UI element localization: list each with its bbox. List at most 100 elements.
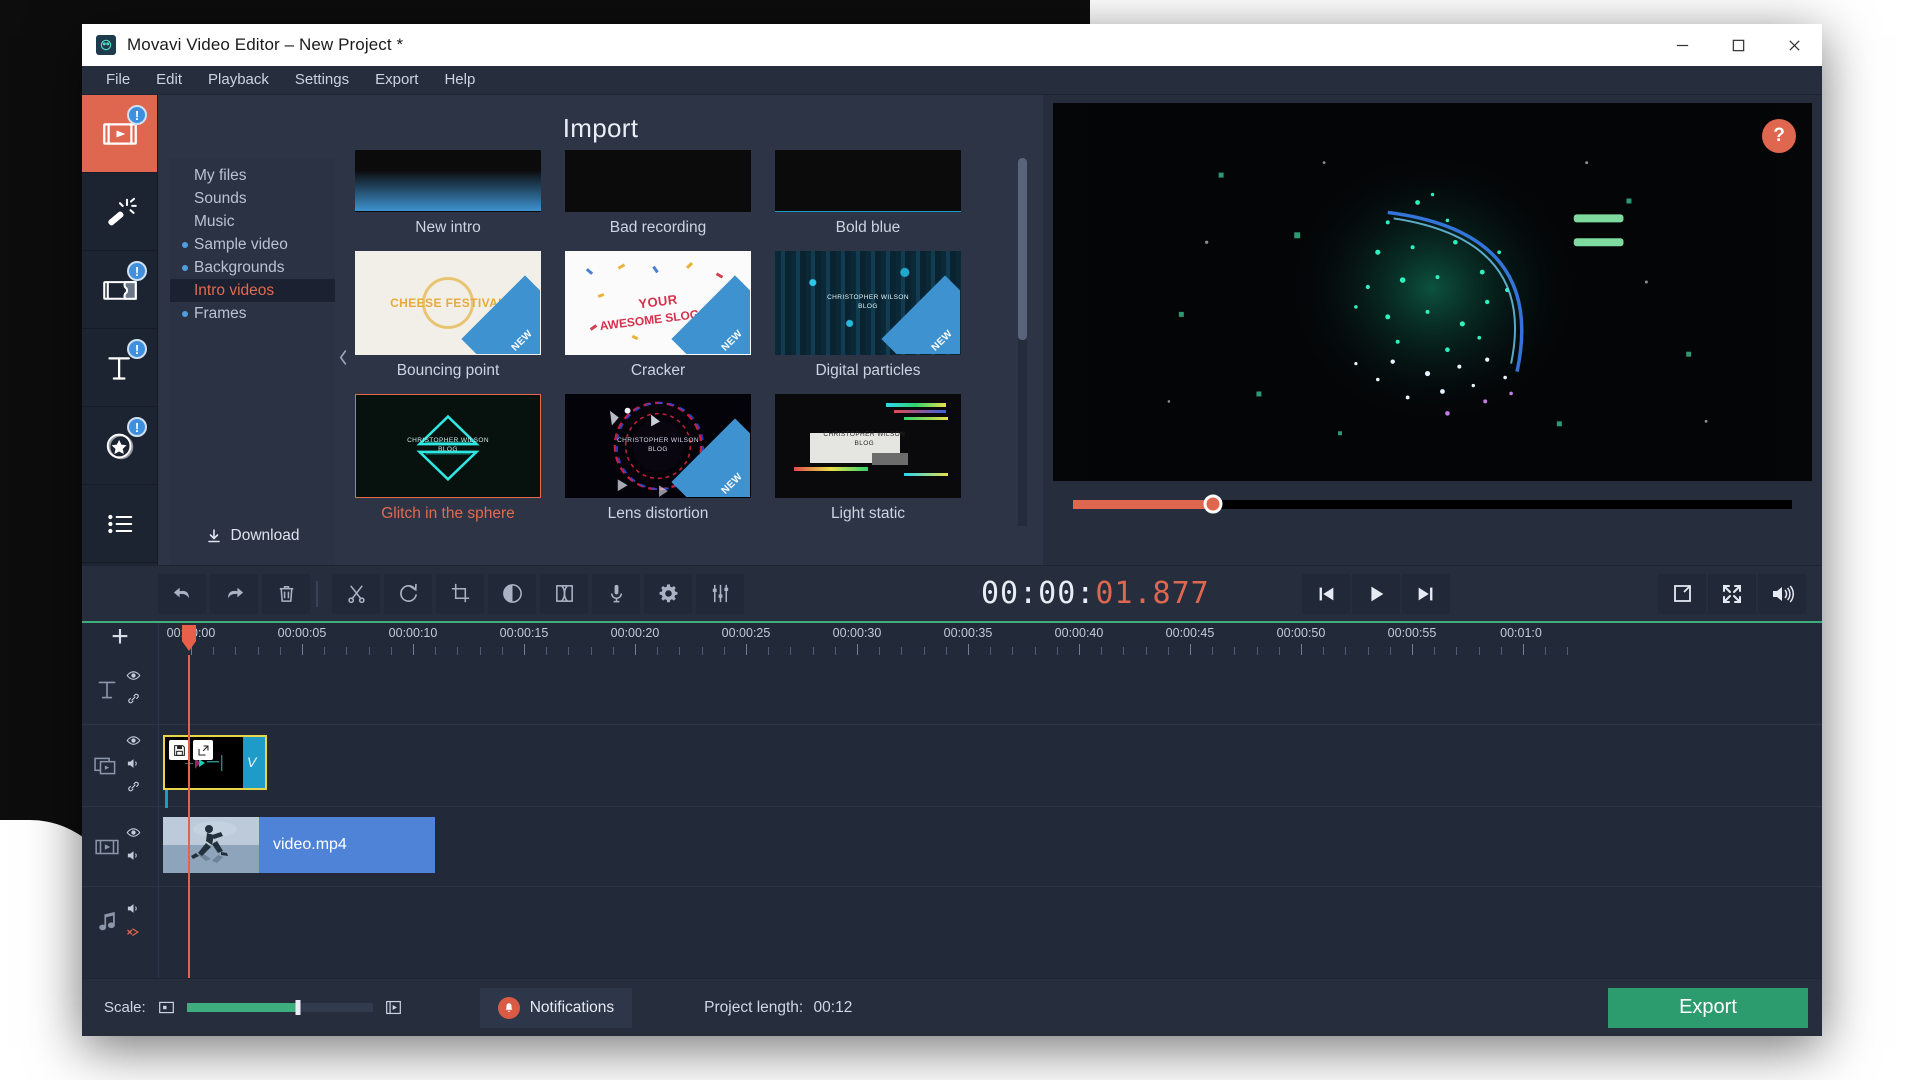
speaker-icon[interactable] bbox=[126, 848, 141, 868]
scale-slider[interactable] bbox=[187, 1003, 373, 1012]
ruler-label: 00:00:15 bbox=[500, 626, 549, 640]
seek-slider[interactable] bbox=[1073, 500, 1792, 509]
media-item-label: New intro bbox=[355, 212, 541, 237]
lane-video[interactable]: video.mp4 bbox=[159, 807, 1822, 887]
left-tool-rail: ! bbox=[82, 95, 158, 565]
track-lanes[interactable]: V bbox=[158, 655, 1822, 978]
media-grid-scrollbar[interactable] bbox=[1018, 158, 1027, 526]
delete-button[interactable] bbox=[262, 574, 310, 614]
add-track-button[interactable]: + bbox=[82, 623, 158, 655]
crop-button[interactable] bbox=[436, 574, 484, 614]
video-preview[interactable]: ? bbox=[1053, 103, 1812, 481]
track-header-titles[interactable] bbox=[82, 655, 158, 725]
intro-clip[interactable]: V bbox=[163, 735, 267, 790]
close-button[interactable] bbox=[1766, 24, 1822, 66]
eye-icon[interactable] bbox=[126, 733, 141, 753]
menu-help[interactable]: Help bbox=[432, 68, 487, 92]
next-frame-button[interactable] bbox=[1402, 574, 1450, 614]
redo-button[interactable] bbox=[210, 574, 258, 614]
ruler-label: 00:00:40 bbox=[1055, 626, 1104, 640]
scale-handle[interactable] bbox=[296, 1000, 301, 1015]
sidebar-item-transitions[interactable]: ! bbox=[82, 251, 157, 329]
media-item-lens-distortion[interactable]: CHRISTOPHER WILSONBLOG NEW Lens distorti… bbox=[565, 394, 751, 523]
media-item-new-intro[interactable]: New intro bbox=[355, 150, 541, 237]
scale-small-icon[interactable] bbox=[158, 999, 175, 1016]
play-button[interactable] bbox=[1352, 574, 1400, 614]
scissors-icon bbox=[345, 582, 368, 605]
category-sample-video[interactable]: Sample video bbox=[170, 233, 335, 256]
clip-edit-button[interactable] bbox=[193, 740, 213, 760]
detach-preview-button[interactable] bbox=[1658, 574, 1706, 614]
split-button[interactable] bbox=[332, 574, 380, 614]
speaker-icon[interactable] bbox=[126, 756, 141, 776]
color-adjust-button[interactable] bbox=[488, 574, 536, 614]
sidebar-item-import[interactable]: ! bbox=[82, 95, 157, 173]
category-music[interactable]: Music bbox=[170, 210, 335, 233]
category-frames[interactable]: Frames bbox=[170, 302, 335, 325]
maximize-button[interactable] bbox=[1710, 24, 1766, 66]
link-icon[interactable] bbox=[126, 779, 141, 799]
media-item-bold-blue[interactable]: Bold blue bbox=[775, 150, 961, 237]
notifications-button[interactable]: Notifications bbox=[480, 988, 632, 1028]
eye-icon[interactable] bbox=[126, 825, 141, 845]
media-grid: New intro Bad recording Bold blue bbox=[351, 150, 1027, 523]
application-window: Movavi Video Editor – New Project * File… bbox=[82, 24, 1822, 1036]
eye-icon[interactable] bbox=[126, 668, 141, 688]
undo-button[interactable] bbox=[158, 574, 206, 614]
menu-settings[interactable]: Settings bbox=[283, 68, 361, 92]
scrollbar-thumb[interactable] bbox=[1018, 158, 1027, 340]
stabilize-button[interactable] bbox=[540, 574, 588, 614]
speaker-icon[interactable] bbox=[126, 901, 141, 921]
clip-save-button[interactable] bbox=[169, 740, 189, 760]
audio-properties-button[interactable] bbox=[696, 574, 744, 614]
volume-button[interactable] bbox=[1758, 574, 1806, 614]
sidebar-item-filters[interactable] bbox=[82, 173, 157, 251]
export-button[interactable]: Export bbox=[1608, 988, 1808, 1028]
category-my-files[interactable]: My files bbox=[170, 164, 335, 187]
lane-titles[interactable] bbox=[159, 655, 1822, 725]
download-button[interactable]: Download bbox=[170, 519, 335, 553]
mute-icon[interactable] bbox=[126, 924, 141, 944]
menu-export[interactable]: Export bbox=[363, 68, 430, 92]
track-header-overlay[interactable] bbox=[82, 725, 158, 807]
seek-handle[interactable] bbox=[1204, 495, 1223, 514]
media-item-bad-recording[interactable]: Bad recording bbox=[565, 150, 751, 237]
media-item-bouncing-point[interactable]: CHEESE FESTIVAL NEW Bouncing point bbox=[355, 251, 541, 380]
previous-frame-button[interactable] bbox=[1302, 574, 1350, 614]
clip-properties-button[interactable] bbox=[644, 574, 692, 614]
category-backgrounds[interactable]: Backgrounds bbox=[170, 256, 335, 279]
media-item-cracker[interactable]: YOUR AWESOME SLOGAN NEW Cracker bbox=[565, 251, 751, 380]
sidebar-item-titles[interactable]: ! bbox=[82, 329, 157, 407]
menu-playback[interactable]: Playback bbox=[196, 68, 281, 92]
media-item-glitch-in-the-sphere[interactable]: CHRISTOPHER WILSONBLOG Glitch in the sph… bbox=[355, 394, 541, 523]
rotate-button[interactable] bbox=[384, 574, 432, 614]
video-clip[interactable]: video.mp4 bbox=[163, 817, 435, 873]
timeline-ruler[interactable]: 00:00:00 00:00:05 00:00:10 00:00:15 00:0… bbox=[158, 623, 1822, 655]
fullscreen-button[interactable] bbox=[1708, 574, 1756, 614]
record-audio-button[interactable] bbox=[592, 574, 640, 614]
menu-edit[interactable]: Edit bbox=[144, 68, 194, 92]
help-button[interactable]: ? bbox=[1762, 119, 1796, 153]
category-sounds[interactable]: Sounds bbox=[170, 187, 335, 210]
category-intro-videos[interactable]: Intro videos bbox=[170, 279, 335, 302]
stabilize-icon bbox=[553, 582, 576, 605]
link-icon[interactable] bbox=[126, 691, 141, 711]
track-header-video[interactable] bbox=[82, 807, 158, 887]
sidebar-item-stickers[interactable]: ! bbox=[82, 407, 157, 485]
media-item-label: Glitch in the sphere bbox=[355, 498, 541, 523]
lane-overlay[interactable]: V bbox=[159, 725, 1822, 807]
add-label: + bbox=[111, 622, 129, 652]
collapse-panel-button[interactable] bbox=[335, 150, 351, 565]
playhead[interactable] bbox=[188, 655, 190, 978]
track-header-audio[interactable] bbox=[82, 887, 158, 957]
category-label: My files bbox=[194, 166, 247, 185]
lane-audio[interactable] bbox=[159, 887, 1822, 957]
media-item-digital-particles[interactable]: CHRISTOPHER WILSONBLOG NEW Digital parti… bbox=[775, 251, 961, 380]
sidebar-item-more-tools[interactable] bbox=[82, 485, 157, 563]
scale-large-icon[interactable] bbox=[385, 999, 402, 1016]
playback-buttons bbox=[1302, 574, 1450, 614]
menu-file[interactable]: File bbox=[94, 68, 142, 92]
minimize-button[interactable] bbox=[1654, 24, 1710, 66]
chevron-left-icon bbox=[338, 348, 349, 367]
media-item-light-static[interactable]: CHRISTOPHER WILSONBLOG Light static bbox=[775, 394, 961, 523]
